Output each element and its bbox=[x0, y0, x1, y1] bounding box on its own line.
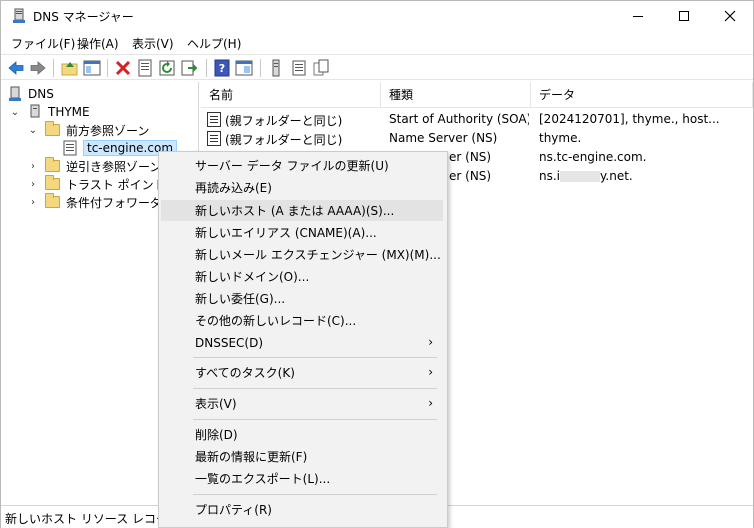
menu-item-new-delegation[interactable]: 新しい委任(G)... bbox=[161, 288, 443, 309]
menu-view[interactable]: 表示(V) bbox=[132, 35, 174, 52]
minimize-button[interactable] bbox=[615, 1, 661, 31]
record-icon bbox=[207, 131, 221, 146]
menu-item-new-alias[interactable]: 新しいエイリアス (CNAME)(A)... bbox=[161, 222, 443, 243]
menu-item-all-tasks[interactable]: すべてのタスク(K) › bbox=[161, 362, 443, 383]
column-header-data[interactable]: データ bbox=[531, 82, 753, 108]
close-icon bbox=[724, 10, 736, 22]
menu-item-dnssec[interactable]: DNSSEC(D) › bbox=[161, 332, 443, 353]
tree-label-reverse: 逆引き参照ゾーン bbox=[66, 159, 162, 174]
folder-icon bbox=[45, 157, 60, 172]
column-header-type[interactable]: 種類 bbox=[381, 82, 531, 108]
record-data: [2024120701], thyme., host... bbox=[539, 112, 720, 126]
record-type: Start of Authority (SOA) bbox=[389, 112, 529, 126]
help-icon[interactable]: ? bbox=[213, 59, 231, 77]
folder-icon bbox=[45, 121, 60, 136]
tree-label-thyme: THYME bbox=[48, 105, 90, 119]
console-icon[interactable] bbox=[235, 59, 253, 77]
folder-icon bbox=[45, 175, 60, 190]
back-icon[interactable] bbox=[7, 59, 25, 77]
toolbar: ? bbox=[1, 54, 753, 80]
tree-label-trust: トラスト ポイント bbox=[66, 177, 166, 192]
menu-help[interactable]: ヘルプ(H) bbox=[187, 35, 241, 52]
table-row[interactable]: (親フォルダーと同じ) Start of Authority (SOA) [20… bbox=[201, 110, 753, 129]
record-type: er (NS) bbox=[449, 169, 492, 183]
record-data-suffix: y.net. bbox=[600, 169, 633, 183]
folder-icon bbox=[45, 193, 60, 208]
export-icon[interactable] bbox=[180, 59, 198, 77]
tree-label-forward: 前方参照ゾーン bbox=[66, 123, 150, 138]
record-name: (親フォルダーと同じ) bbox=[225, 133, 343, 147]
menu-item-delete[interactable]: 削除(D) bbox=[161, 424, 443, 445]
properties-icon[interactable] bbox=[136, 59, 154, 77]
server-node-icon bbox=[30, 104, 40, 118]
svg-text:?: ? bbox=[219, 62, 225, 75]
menu-action[interactable]: 操作(A) bbox=[77, 35, 119, 52]
list-icon[interactable] bbox=[290, 59, 308, 77]
menu-item-dnssec-label: DNSSEC(D) bbox=[195, 335, 264, 350]
dns-root-icon bbox=[9, 86, 21, 101]
menu-file[interactable]: ファイル(F) bbox=[11, 35, 75, 52]
record-type: Name Server (NS) bbox=[389, 131, 498, 145]
record-type: er (NS) bbox=[449, 150, 492, 164]
dns-app-icon bbox=[13, 8, 25, 23]
menu-item-other-records[interactable]: その他の新しいレコード(C)... bbox=[161, 310, 443, 331]
record-name: (親フォルダーと同じ) bbox=[225, 114, 343, 128]
tree-item-reverse-zones[interactable]: › 逆引き参照ゾーン bbox=[27, 157, 161, 175]
menu-item-view[interactable]: 表示(V) › bbox=[161, 393, 443, 414]
title-bar: DNS マネージャー bbox=[1, 1, 753, 31]
table-row[interactable]: (親フォルダーと同じ) Name Server (NS) thyme. bbox=[201, 129, 753, 148]
menu-item-all-tasks-label: すべてのタスク(K) bbox=[195, 366, 295, 380]
record-data-prefix: ns.i bbox=[539, 169, 561, 183]
record-data: thyme. bbox=[539, 131, 582, 145]
menu-item-update-data-file[interactable]: サーバー データ ファイルの更新(U) bbox=[161, 155, 443, 176]
tree-label-dns: DNS bbox=[28, 87, 54, 101]
tree-item-trust-points[interactable]: › トラスト ポイント bbox=[27, 175, 166, 193]
chevron-right-icon: › bbox=[428, 396, 433, 410]
menu-bar: ファイル(F) 操作(A) 表示(V) ヘルプ(H) bbox=[1, 31, 753, 53]
chevron-right-icon[interactable]: › bbox=[27, 178, 39, 190]
chevron-right-icon: › bbox=[428, 365, 433, 379]
zone-icon bbox=[63, 140, 77, 156]
close-button[interactable] bbox=[707, 1, 753, 31]
chevron-down-icon[interactable]: ⌄ bbox=[27, 124, 39, 136]
chevron-down-icon[interactable]: ⌄ bbox=[9, 106, 21, 118]
window-title: DNS マネージャー bbox=[33, 10, 134, 24]
refresh-icon[interactable] bbox=[158, 59, 176, 77]
forward-icon[interactable] bbox=[29, 59, 47, 77]
delete-icon[interactable] bbox=[114, 59, 132, 77]
column-header-name[interactable]: 名前 bbox=[201, 82, 381, 108]
tree-item-dns[interactable]: DNS bbox=[7, 85, 54, 103]
menu-item-view-label: 表示(V) bbox=[195, 397, 237, 411]
tree-item-forward-zones[interactable]: ⌄ 前方参照ゾーン bbox=[27, 121, 149, 139]
tree-item-conditional-forwarders[interactable]: › 条件付フォワーダー bbox=[27, 193, 174, 211]
context-menu: サーバー データ ファイルの更新(U) 再読み込み(E) 新しいホスト (A ま… bbox=[158, 151, 448, 528]
chevron-right-icon[interactable]: › bbox=[27, 196, 39, 208]
menu-item-new-mx[interactable]: 新しいメール エクスチェンジャー (MX)(M)... bbox=[161, 244, 443, 265]
record-data: ns.i y.net. bbox=[539, 169, 751, 183]
menu-item-reload[interactable]: 再読み込み(E) bbox=[161, 177, 443, 198]
redacted-block bbox=[560, 171, 601, 182]
chevron-right-icon: › bbox=[428, 335, 433, 349]
menu-item-export-list[interactable]: 一覧のエクスポート(L)... bbox=[161, 468, 443, 489]
up-folder-icon[interactable] bbox=[61, 59, 79, 77]
show-tree-icon[interactable] bbox=[83, 59, 101, 77]
server-icon[interactable] bbox=[267, 59, 285, 77]
menu-item-properties[interactable]: プロパティ(R) bbox=[161, 499, 443, 520]
menu-item-new-domain[interactable]: 新しいドメイン(O)... bbox=[161, 266, 443, 287]
copy-icon[interactable] bbox=[312, 59, 330, 77]
menu-item-refresh[interactable]: 最新の情報に更新(F) bbox=[161, 446, 443, 467]
record-icon bbox=[207, 112, 221, 127]
tree-item-thyme[interactable]: ⌄ THYME bbox=[9, 103, 90, 121]
chevron-right-icon[interactable]: › bbox=[27, 160, 39, 172]
maximize-button[interactable] bbox=[661, 1, 707, 31]
menu-item-new-host[interactable]: 新しいホスト (A または AAAA)(S)... bbox=[161, 200, 443, 221]
record-data: ns.tc-engine.com. bbox=[539, 150, 647, 164]
